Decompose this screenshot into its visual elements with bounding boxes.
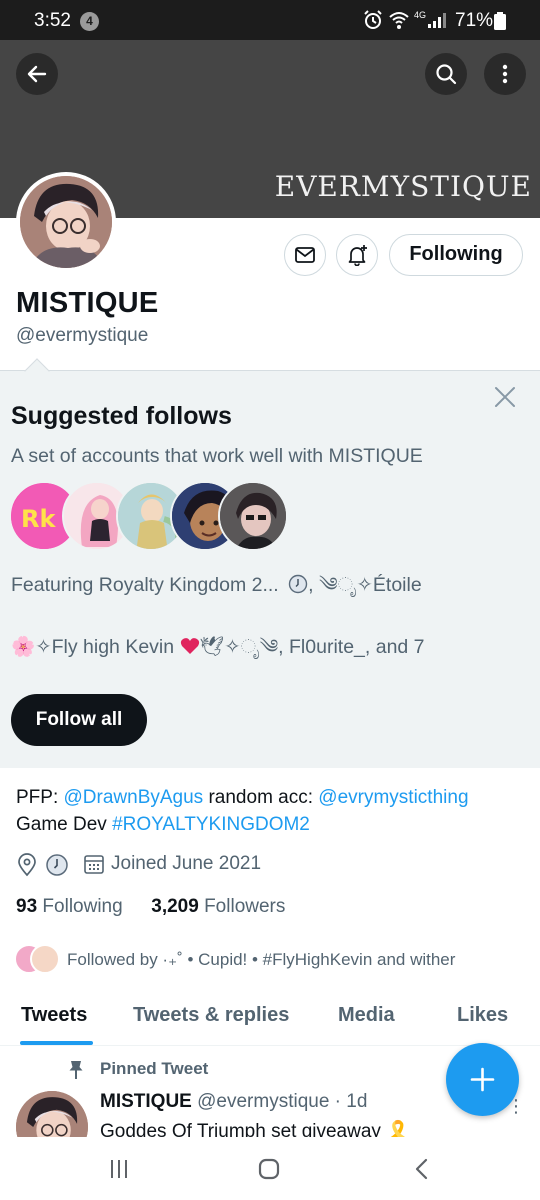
tab-tweets[interactable]: Tweets [21,1004,87,1027]
active-tab-indicator [20,1041,93,1045]
following-button[interactable]: Following [389,234,523,276]
arrow-left-icon [27,65,47,83]
suggested-follows-subtitle: A set of accounts that work well with MI… [11,445,423,467]
recent-apps-icon[interactable] [107,1157,131,1181]
mail-icon [295,247,315,263]
battery-percent: 71% [455,10,494,31]
more-options-button[interactable] [484,53,526,95]
close-icon[interactable] [492,384,518,410]
suggested-avatar[interactable] [218,481,288,551]
display-name: MISTIQUE [16,287,159,319]
message-button[interactable] [284,234,326,276]
tab-tweets-replies[interactable]: Tweets & replies [133,1004,289,1027]
signal-4g-icon: 4G [414,10,446,28]
tweet-handle-time: @evermystique · 1d [197,1091,368,1112]
pinned-tweet-label: Pinned Tweet [100,1059,209,1078]
featuring-line-2: 🌸✧Fly high Kevin 🕊✧ೃ༄, Fl0urite_, and 7 [11,636,425,658]
pfp-artist-link[interactable]: @DrawnByAgus [64,787,204,808]
pin-icon [69,1061,83,1079]
notification-count-badge: 4 [80,12,99,31]
follow-counts: 93 Following 3,209 Followers [16,896,285,918]
status-time: 3:52 [34,10,71,31]
tab-media[interactable]: Media [338,1004,395,1027]
calendar-icon [84,855,104,874]
compose-tweet-button[interactable] [446,1043,519,1116]
hashtag-link[interactable]: #ROYALTYKINGDOM2 [112,814,310,835]
clock-icon [288,574,308,594]
home-icon[interactable] [257,1157,281,1181]
followers-count-link[interactable]: 3,209 Followers [151,896,285,917]
joined-date: Joined June 2021 [111,853,262,874]
search-button[interactable] [425,53,467,95]
svg-text:Rk: Rk [21,505,56,533]
heart-icon [180,638,199,654]
notify-button[interactable] [336,234,378,276]
follower-avatar [30,944,60,974]
featuring-line-1: Featuring Royalty Kingdom 2... , ༄ೃ✧Étoi… [11,574,422,596]
tweet-header: MISTIQUE @evermystique · 1d [100,1091,367,1113]
bio-line-1: PFP: @DrawnByAgus random acc: @evrymysti… [16,787,469,808]
follow-all-button[interactable]: Follow all [11,694,147,746]
tweet-author: MISTIQUE [100,1091,192,1112]
plus-icon [470,1067,495,1092]
suggested-follows-title: Suggested follows [11,402,232,430]
following-count-link[interactable]: 93 Following [16,896,123,917]
search-icon [436,64,457,85]
tab-likes[interactable]: Likes [457,1004,508,1027]
profile-avatar[interactable] [20,176,112,268]
random-account-link[interactable]: @evrymysticthing [318,787,468,808]
alarm-icon [364,10,382,29]
location-icon [18,853,36,877]
back-button[interactable] [16,53,58,95]
bio-line-2: Game Dev #ROYALTYKINGDOM2 [16,814,310,835]
banner-title: EVERMYSTIQUE [274,170,532,203]
battery-icon [494,12,506,30]
more-vertical-icon [502,64,508,84]
svg-text:4G: 4G [414,10,426,20]
status-bar: 3:52 4 4G 71% [0,0,540,40]
back-nav-icon[interactable] [410,1157,434,1181]
system-nav-bar [0,1137,540,1200]
user-handle: @evermystique [16,325,149,346]
bell-plus-icon [348,245,367,266]
clock-icon [46,854,68,876]
wifi-icon [389,12,409,29]
profile-tabs: Tweets Tweets & replies Media Likes [0,990,540,1046]
followed-by-text: Followed by ·₊˚ • Cupid! • #FlyHighKevin… [67,950,456,969]
